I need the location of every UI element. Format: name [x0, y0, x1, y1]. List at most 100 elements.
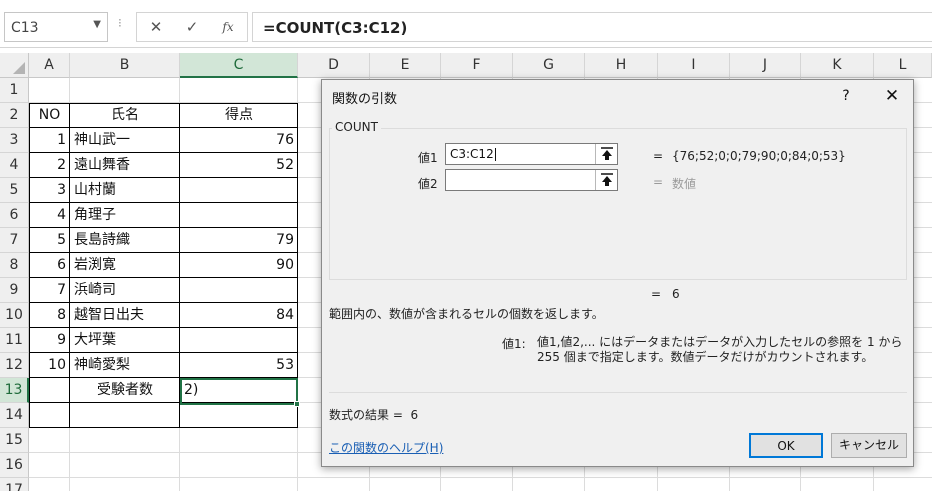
row-header-1[interactable]: 1	[0, 78, 29, 103]
cell-b1[interactable]	[71, 78, 179, 103]
cell-a14[interactable]	[30, 403, 69, 428]
column-header-k[interactable]: K	[801, 53, 874, 78]
cell-a6[interactable]: 4	[30, 203, 69, 228]
ok-button[interactable]: OK	[749, 433, 823, 458]
function-help-link[interactable]: この関数のヘルプ(H)	[329, 439, 443, 456]
column-header-a[interactable]: A	[29, 53, 70, 78]
cell-b15[interactable]	[71, 428, 179, 453]
row-header-15[interactable]: 15	[0, 428, 29, 453]
collapse-dialog-button[interactable]	[595, 170, 617, 190]
cell-b4[interactable]: 遠山舞香	[71, 153, 179, 178]
cell-a4[interactable]: 2	[30, 153, 69, 178]
row-header-2[interactable]: 2	[0, 103, 29, 128]
arg-description-text: 値1,値2,... にはデータまたはデータが入力したセルの参照を 1 から 25…	[537, 335, 903, 364]
column-header-l[interactable]: L	[874, 53, 932, 78]
cell-b9[interactable]: 浜崎司	[71, 278, 179, 303]
insert-function-icon[interactable]: fx	[217, 16, 239, 38]
cell-b5[interactable]: 山村蘭	[71, 178, 179, 203]
row-header-14[interactable]: 14	[0, 403, 29, 428]
row-header-13[interactable]: 13	[0, 378, 29, 403]
cancel-entry-icon[interactable]: ✕	[145, 16, 167, 38]
cell-b16[interactable]	[71, 453, 179, 478]
formula-input[interactable]: =COUNT(C3:C12)	[252, 12, 932, 42]
row-header-16[interactable]: 16	[0, 453, 29, 478]
formula-bar: C13 ▼ ⁝ ✕ ✓ fx =COUNT(C3:C12)	[0, 0, 932, 48]
cell-c17[interactable]	[181, 478, 297, 491]
row-header-17[interactable]: 17	[0, 478, 29, 491]
cell-a8[interactable]: 6	[30, 253, 69, 278]
cell-a16[interactable]	[30, 453, 69, 478]
cell-a13[interactable]	[30, 378, 69, 403]
cell-a10[interactable]: 8	[30, 303, 69, 328]
cell-b6[interactable]: 角理子	[71, 203, 179, 228]
cell-b2[interactable]: 氏名	[71, 103, 179, 128]
cell-c12[interactable]: 53	[181, 353, 297, 378]
help-icon[interactable]: ?	[834, 84, 858, 108]
column-header-i[interactable]: I	[658, 53, 730, 78]
cell-b13[interactable]: 受験者数	[71, 378, 179, 403]
cell-a15[interactable]	[30, 428, 69, 453]
cell-c10[interactable]: 84	[181, 303, 297, 328]
cell-c7[interactable]: 79	[181, 228, 297, 253]
cell-b17[interactable]	[71, 478, 179, 491]
name-box[interactable]: C13 ▼	[4, 12, 108, 42]
cell-c5[interactable]	[181, 178, 297, 203]
formula-text: =COUNT(C3:C12)	[263, 19, 408, 37]
row-header-8[interactable]: 8	[0, 253, 29, 278]
cell-b7[interactable]: 長島詩織	[71, 228, 179, 253]
collapse-dialog-button[interactable]	[595, 144, 617, 164]
column-header-e[interactable]: E	[370, 53, 441, 78]
column-header-j[interactable]: J	[730, 53, 801, 78]
cell-c2[interactable]: 得点	[181, 103, 297, 128]
cell-b10[interactable]: 越智日出夫	[71, 303, 179, 328]
enter-entry-icon[interactable]: ✓	[181, 16, 203, 38]
cell-c15[interactable]	[181, 428, 297, 453]
cell-a2[interactable]: NO	[30, 103, 69, 128]
close-icon[interactable]: ✕	[877, 84, 907, 108]
cell-c1[interactable]	[181, 78, 297, 103]
cancel-button[interactable]: キャンセル	[831, 433, 907, 458]
cell-c6[interactable]	[181, 203, 297, 228]
cell-c8[interactable]: 90	[181, 253, 297, 278]
column-header-h[interactable]: H	[585, 53, 658, 78]
cell-a12[interactable]: 10	[30, 353, 69, 378]
row-header-12[interactable]: 12	[0, 353, 29, 378]
cell-c9[interactable]	[181, 278, 297, 303]
arg-input-1[interactable]: C3:C12	[445, 143, 618, 165]
cell-a17[interactable]	[30, 478, 69, 491]
cell-c3[interactable]: 76	[181, 128, 297, 153]
cell-c4[interactable]: 52	[181, 153, 297, 178]
column-header-c[interactable]: C	[180, 53, 298, 78]
column-header-d[interactable]: D	[298, 53, 370, 78]
select-all-corner[interactable]	[0, 53, 29, 78]
cell-a9[interactable]: 7	[30, 278, 69, 303]
row-header-3[interactable]: 3	[0, 128, 29, 153]
cell-a1[interactable]	[30, 78, 69, 103]
cell-c11[interactable]	[181, 328, 297, 353]
arg-input-2[interactable]	[445, 169, 618, 191]
column-header-g[interactable]: G	[513, 53, 585, 78]
row-header-6[interactable]: 6	[0, 203, 29, 228]
row-header-5[interactable]: 5	[0, 178, 29, 203]
cell-b8[interactable]: 岩渕寛	[71, 253, 179, 278]
cell-b14[interactable]	[71, 403, 179, 428]
column-header-b[interactable]: B	[70, 53, 180, 78]
cell-a3[interactable]: 1	[30, 128, 69, 153]
row-header-4[interactable]: 4	[0, 153, 29, 178]
cell-b12[interactable]: 神崎愛梨	[71, 353, 179, 378]
row-header-7[interactable]: 7	[0, 228, 29, 253]
cell-c14[interactable]	[181, 403, 297, 428]
cell-a5[interactable]: 3	[30, 178, 69, 203]
row-header-10[interactable]: 10	[0, 303, 29, 328]
cell-c16[interactable]	[181, 453, 297, 478]
arg-equals-2: =	[653, 175, 664, 189]
column-header-f[interactable]: F	[441, 53, 513, 78]
cell-b3[interactable]: 神山武一	[71, 128, 179, 153]
cell-a7[interactable]: 5	[30, 228, 69, 253]
fill-handle[interactable]	[294, 401, 300, 407]
chevron-down-icon[interactable]: ▼	[93, 19, 101, 30]
cell-b11[interactable]: 大坪葉	[71, 328, 179, 353]
row-header-9[interactable]: 9	[0, 278, 29, 303]
row-header-11[interactable]: 11	[0, 328, 29, 353]
cell-a11[interactable]: 9	[30, 328, 69, 353]
